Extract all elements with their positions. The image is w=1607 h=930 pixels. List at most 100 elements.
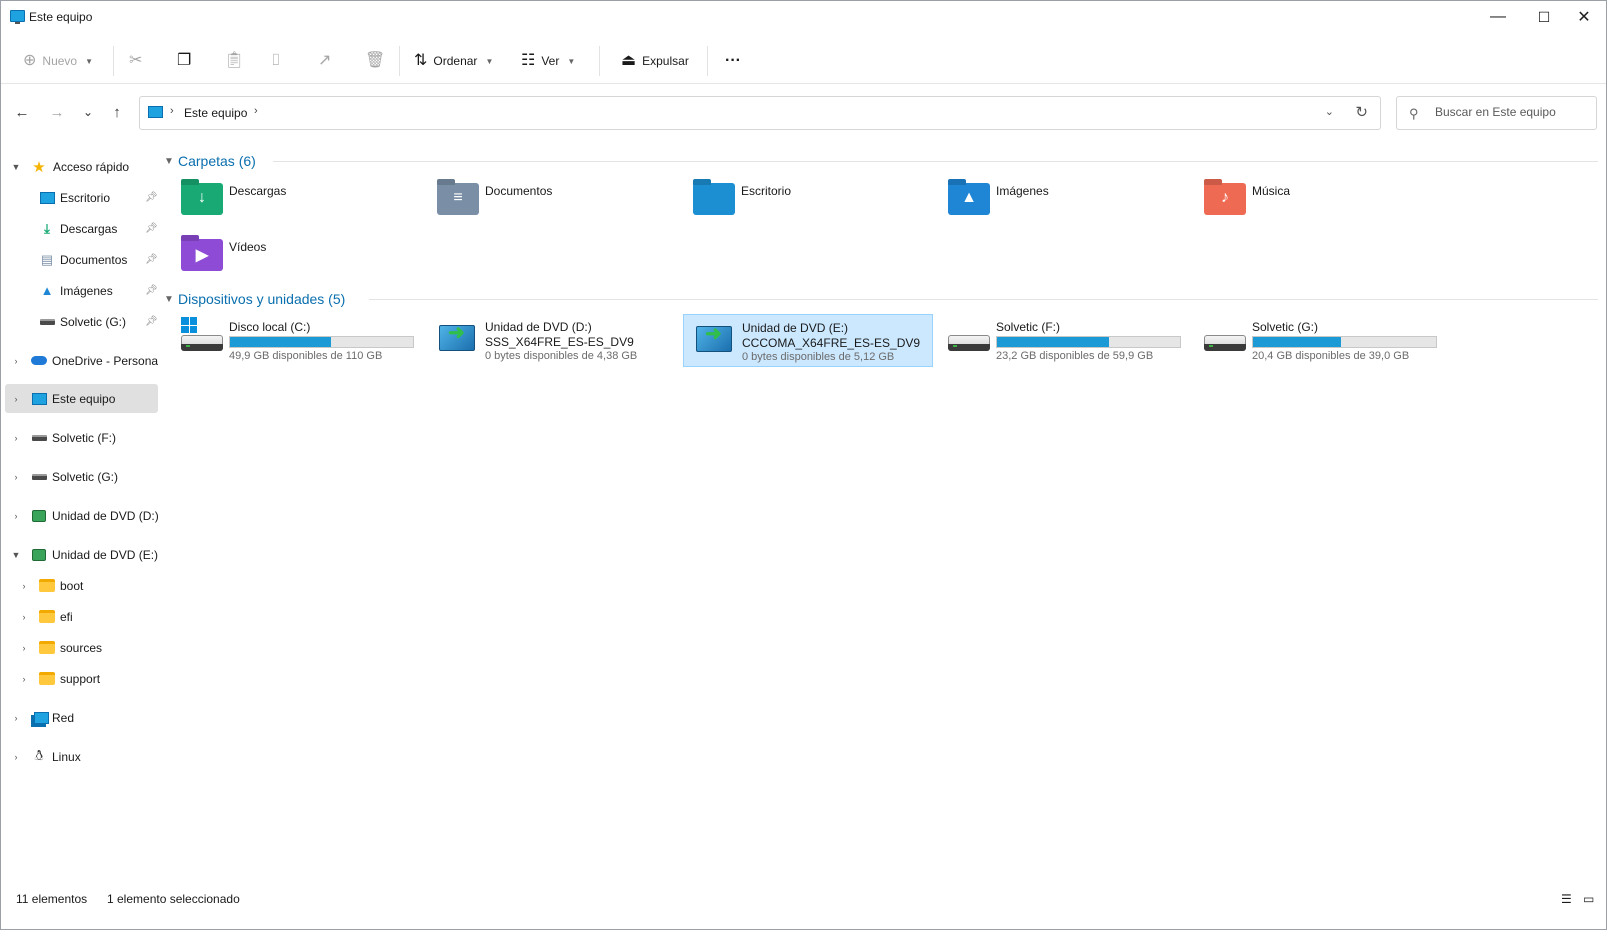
sidebar-item-dvd-e[interactable]: ▼ Unidad de DVD (E:) C bbox=[5, 541, 158, 568]
sidebar-item-label: Solvetic (G:) bbox=[60, 314, 127, 329]
folder-tile-musica[interactable]: ♪ Música bbox=[1194, 176, 1437, 226]
close-button[interactable]: ✕ bbox=[1561, 1, 1607, 33]
sidebar-item-descargas[interactable]: ⤓ Descargas 📌︎ bbox=[5, 215, 158, 242]
sidebar-item-solvetic-g[interactable]: › Solvetic (G:) bbox=[5, 463, 158, 490]
chevron-right-icon[interactable]: › bbox=[11, 752, 21, 762]
dvd-icon bbox=[31, 509, 47, 523]
chevron-right-icon[interactable]: › bbox=[11, 472, 21, 482]
sidebar-item-acceso-rapido[interactable]: ▼ ★ Acceso rápido bbox=[5, 153, 158, 180]
pictures-folder-icon: ▲ bbox=[948, 179, 990, 215]
document-icon: ▤ bbox=[40, 251, 54, 267]
forward-button[interactable]: → bbox=[45, 101, 69, 123]
sidebar-item-escritorio[interactable]: Escritorio 📌︎ bbox=[5, 184, 158, 211]
chevron-right-icon[interactable]: › bbox=[19, 612, 29, 622]
rename-button[interactable]: ⌷ bbox=[271, 48, 281, 74]
folder-tile-documentos[interactable]: ≡ Documentos bbox=[427, 176, 670, 226]
breadcrumb-separator[interactable]: › bbox=[254, 105, 258, 117]
breadcrumb-este-equipo[interactable]: Este equipo bbox=[184, 106, 247, 120]
up-button[interactable]: ↑ bbox=[105, 101, 129, 123]
folder-name: Imágenes bbox=[996, 184, 1049, 198]
new-button[interactable]: ⊕ Nuevo ▼ bbox=[23, 48, 93, 74]
drive-tile-c[interactable]: Disco local (C:) 49,9 GB disponibles de … bbox=[171, 314, 414, 364]
chevron-right-icon[interactable]: › bbox=[19, 581, 29, 591]
sidebar-item-efi[interactable]: › efi bbox=[5, 603, 158, 630]
recent-locations-button[interactable]: ⌄ bbox=[76, 101, 100, 123]
sidebar-item-onedrive[interactable]: › OneDrive - Personal bbox=[5, 347, 159, 374]
search-input[interactable] bbox=[1435, 105, 1585, 119]
eject-button[interactable]: ⏏ Expulsar bbox=[621, 48, 689, 74]
status-bar: 11 elementos 1 elemento seleccionado ☰ ▭ bbox=[1, 888, 1606, 910]
image-icon: ▲ bbox=[40, 283, 54, 298]
hard-drive-icon bbox=[948, 317, 990, 353]
chevron-right-icon[interactable]: › bbox=[19, 643, 29, 653]
chevron-right-icon[interactable]: › bbox=[19, 674, 29, 684]
sidebar-item-documentos[interactable]: ▤ Documentos 📌︎ bbox=[5, 246, 158, 273]
delete-button[interactable]: 🗑︎ bbox=[365, 48, 385, 74]
minimize-button[interactable]: — bbox=[1475, 1, 1521, 33]
folder-tile-imagenes[interactable]: ▲ Imágenes bbox=[938, 176, 1181, 226]
folder-tile-escritorio[interactable]: Escritorio bbox=[683, 176, 926, 226]
drive-tile-dvd-e[interactable]: ➜ Unidad de DVD (E:) CCCOMA_X64FRE_ES-ES… bbox=[683, 314, 933, 367]
sidebar-item-dvd-d[interactable]: › Unidad de DVD (D:) bbox=[5, 502, 159, 529]
chevron-right-icon[interactable]: › bbox=[11, 511, 21, 521]
chevron-down-icon: ▼ bbox=[85, 56, 94, 66]
view-button[interactable]: ☷ Ver ▼ bbox=[521, 48, 575, 74]
drive-icon bbox=[39, 315, 55, 329]
address-bar[interactable]: › Este equipo › ⌄ ↻ bbox=[139, 96, 1381, 130]
sidebar-item-label: Descargas bbox=[60, 221, 118, 236]
sidebar-item-boot[interactable]: › boot bbox=[5, 572, 158, 599]
sidebar-item-este-equipo[interactable]: › Este equipo bbox=[5, 384, 158, 413]
search-box[interactable]: ⚲ bbox=[1396, 96, 1597, 130]
cut-button[interactable]: ✂ bbox=[129, 48, 142, 74]
folders-section-header[interactable]: ▼ Carpetas (6) bbox=[164, 151, 256, 171]
sidebar-item-sources[interactable]: › sources bbox=[5, 634, 158, 661]
view-icon: ☷ bbox=[521, 52, 536, 69]
chevron-right-icon[interactable]: › bbox=[11, 713, 21, 723]
paste-button[interactable]: 📋︎ bbox=[224, 48, 244, 74]
details-view-icon[interactable]: ☰ bbox=[1561, 892, 1572, 906]
selection-count: 1 elemento seleccionado bbox=[107, 892, 240, 906]
refresh-icon[interactable]: ↻ bbox=[1355, 103, 1368, 121]
sort-button[interactable]: ⇅ Ordenar ▼ bbox=[414, 48, 493, 74]
folder-name: Descargas bbox=[229, 184, 287, 198]
drive-free-space: 20,4 GB disponibles de 39,0 GB bbox=[1252, 350, 1410, 362]
toolbar-divider bbox=[399, 46, 400, 76]
sidebar-item-support[interactable]: › support bbox=[5, 665, 158, 692]
sidebar-item-red[interactable]: › Red bbox=[5, 704, 158, 731]
chevron-down-icon[interactable]: ⌄ bbox=[1325, 105, 1334, 118]
drive-tile-solvetic-g[interactable]: Solvetic (G:) 20,4 GB disponibles de 39,… bbox=[1194, 314, 1437, 364]
chevron-down-icon: ▼ bbox=[164, 155, 174, 167]
sidebar-item-linux[interactable]: › 🐧︎ Linux bbox=[5, 743, 158, 770]
clipboard-icon: 📋︎ bbox=[224, 52, 245, 69]
drive-usage-fill bbox=[1253, 337, 1341, 347]
drive-usage-fill bbox=[997, 337, 1109, 347]
drive-tile-dvd-d[interactable]: ➜ Unidad de DVD (D:) SSS_X64FRE_ES-ES_DV… bbox=[427, 314, 670, 364]
drive-volume-label: SSS_X64FRE_ES-ES_DV9 bbox=[485, 335, 634, 349]
copy-button[interactable]: ❐ bbox=[177, 48, 191, 74]
chevron-down-icon[interactable]: ▼ bbox=[11, 162, 21, 172]
drive-tile-solvetic-f[interactable]: Solvetic (F:) 23,2 GB disponibles de 59,… bbox=[938, 314, 1181, 364]
sidebar-item-solvetic-f[interactable]: › Solvetic (F:) bbox=[5, 424, 158, 451]
sidebar-item-solvetic-g-pinned[interactable]: Solvetic (G:) 📌︎ bbox=[5, 308, 158, 335]
sidebar-item-label: Unidad de DVD (E:) C bbox=[52, 547, 158, 562]
chevron-right-icon[interactable]: › bbox=[11, 433, 21, 443]
folder-tile-videos[interactable]: ▶ Vídeos bbox=[171, 232, 414, 282]
devices-section-header[interactable]: ▼ Dispositivos y unidades (5) bbox=[164, 289, 345, 309]
copy-icon: ❐ bbox=[177, 52, 192, 69]
folder-tile-descargas[interactable]: ↓ Descargas bbox=[171, 176, 414, 226]
sidebar-item-imagenes[interactable]: ▲ Imágenes 📌︎ bbox=[5, 277, 158, 304]
sort-icon: ⇅ bbox=[414, 52, 428, 69]
drive-usage-bar bbox=[229, 336, 414, 348]
back-button[interactable]: ← bbox=[10, 101, 34, 123]
chevron-right-icon[interactable]: › bbox=[11, 356, 21, 366]
folder-name: Escritorio bbox=[741, 184, 792, 198]
tiles-view-icon[interactable]: ▭ bbox=[1583, 892, 1594, 906]
chevron-right-icon[interactable]: › bbox=[11, 394, 21, 404]
more-options-button[interactable]: ··· bbox=[725, 48, 741, 74]
videos-folder-icon: ▶ bbox=[181, 235, 223, 271]
search-icon: ⚲ bbox=[1409, 106, 1419, 121]
chevron-down-icon[interactable]: ▼ bbox=[11, 550, 21, 560]
share-button[interactable]: ↗ bbox=[318, 48, 331, 74]
drive-free-space: 23,2 GB disponibles de 59,9 GB bbox=[996, 350, 1154, 362]
network-icon bbox=[33, 711, 49, 725]
